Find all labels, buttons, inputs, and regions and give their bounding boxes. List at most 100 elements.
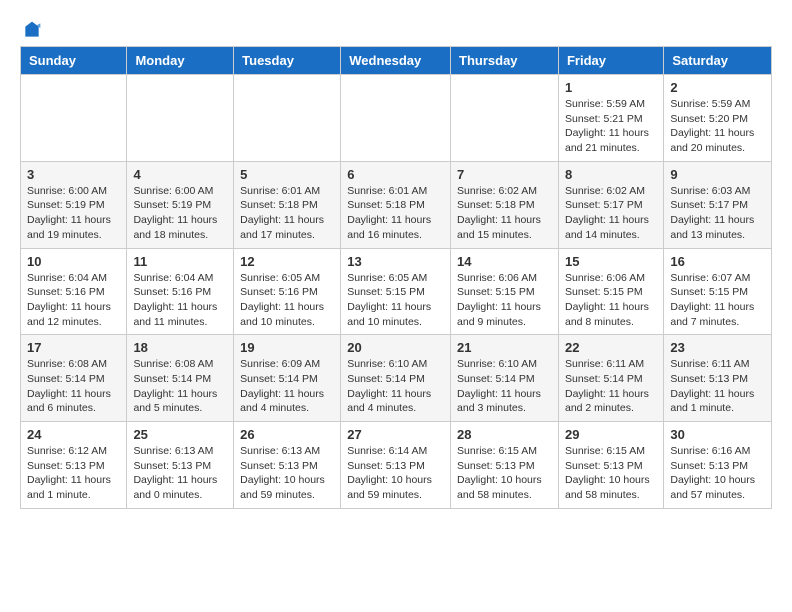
day-number: 18 — [133, 340, 227, 355]
header-wednesday: Wednesday — [341, 47, 451, 75]
day-info: Sunrise: 6:05 AM Sunset: 5:15 PM Dayligh… — [347, 271, 444, 330]
day-info: Sunrise: 6:01 AM Sunset: 5:18 PM Dayligh… — [347, 184, 444, 243]
calendar-cell: 24 Sunrise: 6:12 AM Sunset: 5:13 PM Dayli… — [21, 422, 127, 509]
day-info: Sunrise: 5:59 AM Sunset: 5:21 PM Dayligh… — [565, 97, 657, 156]
calendar-cell: 15 Sunrise: 6:06 AM Sunset: 5:15 PM Dayli… — [558, 248, 663, 335]
day-number: 1 — [565, 80, 657, 95]
day-info: Sunrise: 6:11 AM Sunset: 5:13 PM Dayligh… — [670, 357, 765, 416]
logo-icon — [22, 20, 42, 40]
day-info: Sunrise: 6:09 AM Sunset: 5:14 PM Dayligh… — [240, 357, 334, 416]
calendar-table: SundayMondayTuesdayWednesdayThursdayFrid… — [20, 46, 772, 509]
day-info: Sunrise: 6:08 AM Sunset: 5:14 PM Dayligh… — [27, 357, 120, 416]
calendar-cell: 8Sunrise: 6:02 AM Sunset: 5:17 PM Daylig… — [558, 161, 663, 248]
calendar-cell: 4 Sunrise: 6:00 AM Sunset: 5:19 PM Daylig… — [127, 161, 234, 248]
calendar-cell: 25 Sunrise: 6:13 AM Sunset: 5:13 PM Dayli… — [127, 422, 234, 509]
day-info: Sunrise: 6:02 AM Sunset: 5:18 PM Dayligh… — [457, 184, 552, 243]
day-number: 30 — [670, 427, 765, 442]
day-number: 3 — [27, 167, 120, 182]
day-number: 24 — [27, 427, 120, 442]
week-row-3: 17 Sunrise: 6:08 AM Sunset: 5:14 PM Dayli… — [21, 335, 772, 422]
day-info: Sunrise: 6:11 AM Sunset: 5:14 PM Dayligh… — [565, 357, 657, 416]
day-info: Sunrise: 6:03 AM Sunset: 5:17 PM Dayligh… — [670, 184, 765, 243]
day-number: 13 — [347, 254, 444, 269]
calendar-cell: 11 Sunrise: 6:04 AM Sunset: 5:16 PM Dayli… — [127, 248, 234, 335]
day-number: 23 — [670, 340, 765, 355]
day-info: Sunrise: 6:00 AM Sunset: 5:19 PM Dayligh… — [133, 184, 227, 243]
day-info: Sunrise: 6:15 AM Sunset: 5:13 PM Dayligh… — [457, 444, 552, 503]
day-info: Sunrise: 6:08 AM Sunset: 5:14 PM Dayligh… — [133, 357, 227, 416]
day-info: Sunrise: 6:10 AM Sunset: 5:14 PM Dayligh… — [457, 357, 552, 416]
day-number: 22 — [565, 340, 657, 355]
day-info: Sunrise: 6:07 AM Sunset: 5:15 PM Dayligh… — [670, 271, 765, 330]
calendar-cell: 9 Sunrise: 6:03 AM Sunset: 5:17 PM Daylig… — [664, 161, 772, 248]
day-info: Sunrise: 6:05 AM Sunset: 5:16 PM Dayligh… — [240, 271, 334, 330]
week-row-0: 1 Sunrise: 5:59 AM Sunset: 5:21 PM Daylig… — [21, 75, 772, 162]
day-number: 28 — [457, 427, 552, 442]
header-friday: Friday — [558, 47, 663, 75]
day-number: 20 — [347, 340, 444, 355]
calendar-cell: 22 Sunrise: 6:11 AM Sunset: 5:14 PM Dayli… — [558, 335, 663, 422]
day-info: Sunrise: 6:14 AM Sunset: 5:13 PM Dayligh… — [347, 444, 444, 503]
day-number: 21 — [457, 340, 552, 355]
calendar-cell: 26 Sunrise: 6:13 AM Sunset: 5:13 PM Dayli… — [234, 422, 341, 509]
calendar-cell: 12 Sunrise: 6:05 AM Sunset: 5:16 PM Dayli… — [234, 248, 341, 335]
day-number: 19 — [240, 340, 334, 355]
day-info: Sunrise: 6:10 AM Sunset: 5:14 PM Dayligh… — [347, 357, 444, 416]
day-number: 14 — [457, 254, 552, 269]
day-info: Sunrise: 6:04 AM Sunset: 5:16 PM Dayligh… — [133, 271, 227, 330]
day-number: 25 — [133, 427, 227, 442]
day-number: 10 — [27, 254, 120, 269]
week-row-4: 24 Sunrise: 6:12 AM Sunset: 5:13 PM Dayli… — [21, 422, 772, 509]
calendar-cell: 14 Sunrise: 6:06 AM Sunset: 5:15 PM Dayli… — [451, 248, 559, 335]
calendar-cell: 20 Sunrise: 6:10 AM Sunset: 5:14 PM Dayli… — [341, 335, 451, 422]
day-number: 17 — [27, 340, 120, 355]
calendar-cell: 29Sunrise: 6:15 AM Sunset: 5:13 PM Dayli… — [558, 422, 663, 509]
calendar-cell: 18 Sunrise: 6:08 AM Sunset: 5:14 PM Dayli… — [127, 335, 234, 422]
calendar-cell: 19 Sunrise: 6:09 AM Sunset: 5:14 PM Dayli… — [234, 335, 341, 422]
page-header — [20, 20, 772, 36]
day-info: Sunrise: 6:01 AM Sunset: 5:18 PM Dayligh… — [240, 184, 334, 243]
day-info: Sunrise: 6:06 AM Sunset: 5:15 PM Dayligh… — [565, 271, 657, 330]
day-number: 15 — [565, 254, 657, 269]
day-info: Sunrise: 6:12 AM Sunset: 5:13 PM Dayligh… — [27, 444, 120, 503]
calendar-cell: 13 Sunrise: 6:05 AM Sunset: 5:15 PM Dayli… — [341, 248, 451, 335]
day-number: 11 — [133, 254, 227, 269]
calendar-cell: 10 Sunrise: 6:04 AM Sunset: 5:16 PM Dayli… — [21, 248, 127, 335]
header-tuesday: Tuesday — [234, 47, 341, 75]
header-monday: Monday — [127, 47, 234, 75]
day-number: 4 — [133, 167, 227, 182]
week-row-2: 10 Sunrise: 6:04 AM Sunset: 5:16 PM Dayli… — [21, 248, 772, 335]
calendar-cell: 28 Sunrise: 6:15 AM Sunset: 5:13 PM Dayli… — [451, 422, 559, 509]
day-number: 12 — [240, 254, 334, 269]
calendar-cell — [451, 75, 559, 162]
calendar-cell: 17 Sunrise: 6:08 AM Sunset: 5:14 PM Dayli… — [21, 335, 127, 422]
day-info: Sunrise: 6:15 AM Sunset: 5:13 PM Dayligh… — [565, 444, 657, 503]
day-info: Sunrise: 6:06 AM Sunset: 5:15 PM Dayligh… — [457, 271, 552, 330]
day-number: 2 — [670, 80, 765, 95]
header-saturday: Saturday — [664, 47, 772, 75]
week-row-1: 3 Sunrise: 6:00 AM Sunset: 5:19 PM Daylig… — [21, 161, 772, 248]
calendar-cell: 2 Sunrise: 5:59 AM Sunset: 5:20 PM Daylig… — [664, 75, 772, 162]
day-info: Sunrise: 6:13 AM Sunset: 5:13 PM Dayligh… — [133, 444, 227, 503]
calendar-cell: 16Sunrise: 6:07 AM Sunset: 5:15 PM Dayli… — [664, 248, 772, 335]
calendar-cell: 5Sunrise: 6:01 AM Sunset: 5:18 PM Daylig… — [234, 161, 341, 248]
day-number: 9 — [670, 167, 765, 182]
calendar-cell: 23 Sunrise: 6:11 AM Sunset: 5:13 PM Dayli… — [664, 335, 772, 422]
calendar-cell — [341, 75, 451, 162]
day-info: Sunrise: 5:59 AM Sunset: 5:20 PM Dayligh… — [670, 97, 765, 156]
day-number: 7 — [457, 167, 552, 182]
day-number: 6 — [347, 167, 444, 182]
day-info: Sunrise: 6:02 AM Sunset: 5:17 PM Dayligh… — [565, 184, 657, 243]
header-thursday: Thursday — [451, 47, 559, 75]
calendar-cell — [127, 75, 234, 162]
header-sunday: Sunday — [21, 47, 127, 75]
day-info: Sunrise: 6:13 AM Sunset: 5:13 PM Dayligh… — [240, 444, 334, 503]
calendar-header-row: SundayMondayTuesdayWednesdayThursdayFrid… — [21, 47, 772, 75]
calendar-cell — [234, 75, 341, 162]
calendar-cell: 27 Sunrise: 6:14 AM Sunset: 5:13 PM Dayli… — [341, 422, 451, 509]
logo — [20, 20, 42, 36]
day-info: Sunrise: 6:04 AM Sunset: 5:16 PM Dayligh… — [27, 271, 120, 330]
day-number: 27 — [347, 427, 444, 442]
calendar-cell: 3Sunrise: 6:00 AM Sunset: 5:19 PM Daylig… — [21, 161, 127, 248]
day-number: 26 — [240, 427, 334, 442]
